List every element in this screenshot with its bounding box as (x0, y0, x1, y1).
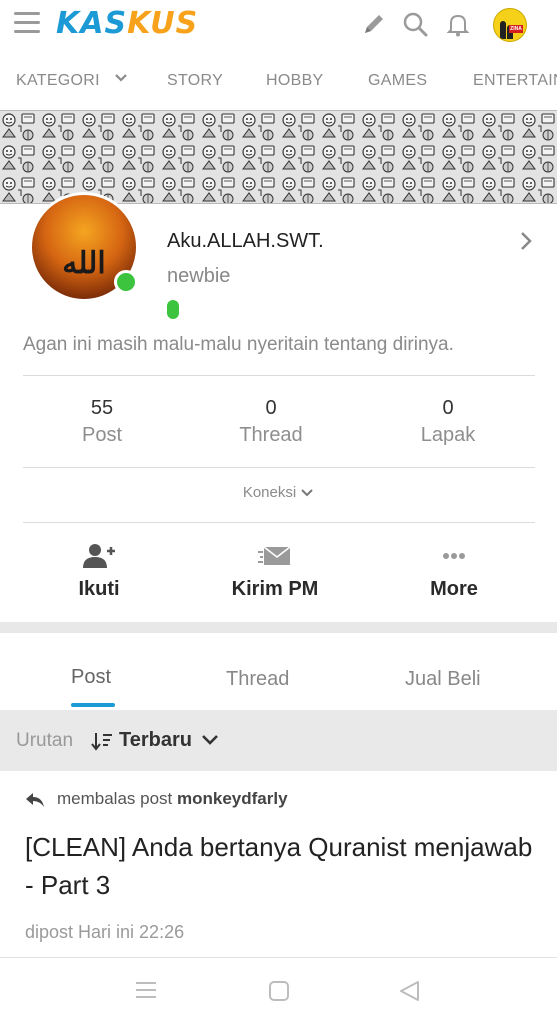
add-user-icon (83, 544, 115, 568)
pencil-icon[interactable] (360, 10, 388, 38)
tab-entertainment[interactable]: ENTERTAIN (473, 72, 557, 90)
category-tabs: KATEGORI STORY HOBBY GAMES ENTERTAIN (0, 56, 557, 108)
tab-post[interactable]: Post (71, 666, 111, 689)
stat-thread[interactable]: 0 Thread (191, 396, 351, 450)
reputation-bar (167, 300, 179, 319)
back-icon[interactable] (398, 980, 420, 1002)
koneksi-label: Koneksi (242, 484, 297, 501)
profile-bio: Agan ini masih malu-malu nyeritain tenta… (23, 334, 454, 355)
stat-lapak-value: 0 (442, 397, 454, 419)
kaskus-logo[interactable]: KASKUS (56, 7, 198, 41)
menu-icon[interactable] (14, 12, 40, 34)
tab-jual-beli[interactable]: Jual Beli (405, 668, 481, 691)
stat-thread-value: 0 (265, 397, 277, 419)
system-nav-bar (0, 957, 557, 1024)
tab-kategori[interactable]: KATEGORI (16, 72, 100, 90)
divider (23, 522, 535, 523)
post-title[interactable]: [CLEAN] Anda bertanya Quranist menjawab … (25, 828, 535, 904)
reply-prefix: membalas post (57, 789, 173, 808)
recent-apps-icon[interactable] (135, 980, 157, 1000)
koneksi-toggle[interactable]: Koneksi (0, 484, 557, 501)
user-avatar[interactable]: ZINA (493, 8, 527, 42)
more-label: More (430, 578, 478, 600)
stat-lapak-label: Lapak (420, 424, 476, 446)
chevron-down-icon[interactable] (113, 70, 129, 86)
stat-post[interactable]: 55 Post (22, 396, 182, 450)
doodle-pattern (0, 111, 557, 203)
send-pm-button[interactable]: Kirim PM (200, 540, 350, 601)
chevron-down-icon (301, 489, 313, 497)
home-icon[interactable] (268, 980, 290, 1002)
post-timestamp: dipost Hari ini 22:26 (25, 922, 185, 942)
top-app-bar: KASKUS ZINA (0, 0, 557, 50)
sort-bar: Urutan Terbaru (0, 710, 557, 771)
divider (23, 375, 535, 376)
active-tab-indicator (71, 703, 115, 707)
tab-thread[interactable]: Thread (226, 668, 289, 691)
tab-games[interactable]: GAMES (368, 72, 427, 90)
stat-thread-label: Thread (239, 424, 303, 446)
reply-username[interactable]: monkeydfarly (177, 789, 288, 808)
sort-value[interactable]: Terbaru (119, 729, 192, 752)
search-icon[interactable] (401, 10, 429, 38)
follow-button[interactable]: Ikuti (24, 540, 174, 601)
divider (23, 467, 535, 468)
profile-cover-banner (0, 110, 557, 204)
sort-label: Urutan (16, 730, 74, 751)
profile-username: Aku.ALLAH.SWT. (167, 230, 324, 252)
chevron-right-icon[interactable] (515, 230, 537, 252)
sort-icon[interactable] (91, 731, 113, 751)
section-separator (0, 622, 557, 633)
stat-post-value: 55 (90, 397, 114, 419)
profile-rank: newbie (167, 265, 231, 287)
stat-post-label: Post (81, 424, 123, 446)
tab-story[interactable]: STORY (167, 72, 223, 90)
tab-hobby[interactable]: HOBBY (266, 72, 324, 90)
follow-label: Ikuti (78, 578, 120, 600)
online-status-indicator (114, 270, 138, 294)
bell-icon[interactable] (444, 10, 472, 38)
reply-info: membalas post monkeydfarly (25, 789, 288, 809)
stat-lapak[interactable]: 0 Lapak (368, 396, 528, 450)
send-pm-label: Kirim PM (231, 578, 319, 600)
more-button[interactable]: More (379, 540, 529, 601)
send-mail-icon (258, 546, 291, 565)
chevron-down-icon[interactable] (201, 732, 219, 748)
reply-arrow-icon (26, 792, 44, 807)
more-dots-icon (443, 553, 465, 559)
